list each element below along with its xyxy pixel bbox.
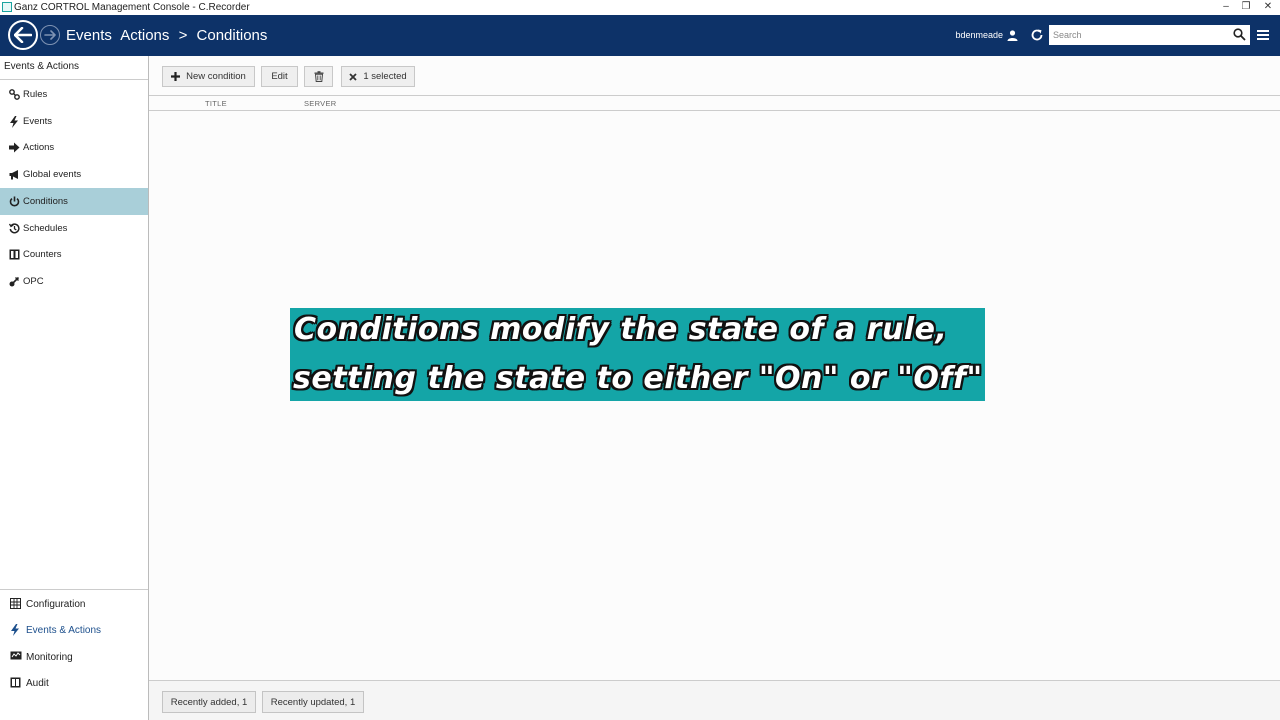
minimize-button[interactable]: – bbox=[1216, 0, 1236, 15]
close-button[interactable]: ✕ bbox=[1258, 0, 1278, 15]
recently-added-label: Recently added, 1 bbox=[170, 696, 248, 708]
arrow-right-icon bbox=[44, 30, 56, 40]
recently-updated-button[interactable]: Recently updated, 1 bbox=[262, 691, 364, 713]
forward-button[interactable] bbox=[40, 25, 60, 45]
app-icon bbox=[2, 2, 12, 12]
nav-audit[interactable]: Audit bbox=[0, 670, 148, 696]
selected-count: 1 selected bbox=[363, 71, 407, 82]
sidebar-item-events[interactable]: Events bbox=[0, 108, 148, 135]
nav-configuration[interactable]: Configuration bbox=[0, 591, 148, 617]
clear-selection-button[interactable]: 1 selected bbox=[341, 66, 415, 87]
sidebar-heading: Events & Actions bbox=[0, 56, 148, 80]
search-input[interactable] bbox=[1049, 25, 1229, 45]
window-titlebar: Ganz CORTROL Management Console - C.Reco… bbox=[0, 0, 1280, 15]
sidebar-item-label: Events bbox=[23, 116, 53, 127]
power-icon bbox=[8, 196, 20, 208]
sidebar-item-rules[interactable]: Rules bbox=[0, 81, 148, 108]
back-button[interactable] bbox=[8, 20, 38, 50]
restore-button[interactable]: ❐ bbox=[1236, 0, 1256, 15]
close-icon bbox=[349, 72, 357, 81]
app-header: Events Actions > Conditions bdenmeade bbox=[0, 15, 1280, 56]
sidebar-item-label: Actions bbox=[23, 142, 55, 153]
sidebar-item-label: OPC bbox=[23, 276, 44, 287]
sidebar-item-counters[interactable]: Counters bbox=[0, 241, 148, 268]
search-box bbox=[1049, 25, 1250, 45]
toolbar: New condition Edit 1 selected bbox=[149, 56, 1280, 96]
username: bdenmeade bbox=[955, 30, 1003, 40]
connector-icon bbox=[8, 276, 20, 288]
trash-icon bbox=[314, 71, 323, 82]
caption-overlay: Conditions modify the state of a rule, s… bbox=[290, 308, 985, 401]
column-header-title[interactable]: TITLE bbox=[205, 99, 227, 108]
sidebar-item-label: Conditions bbox=[23, 196, 68, 207]
edit-button[interactable]: Edit bbox=[261, 66, 298, 87]
nav-label: Configuration bbox=[26, 598, 86, 610]
lightning-icon bbox=[10, 624, 22, 636]
sidebar-item-label: Rules bbox=[23, 89, 48, 100]
refresh-icon[interactable] bbox=[1030, 28, 1044, 42]
breadcrumb-separator: > bbox=[178, 27, 188, 44]
sidebar-item-conditions[interactable]: Conditions bbox=[0, 188, 148, 215]
sidebar-item-opc[interactable]: OPC bbox=[0, 268, 148, 295]
edit-label: Edit bbox=[271, 71, 288, 82]
search-icon[interactable] bbox=[1233, 28, 1246, 41]
user-menu[interactable]: bdenmeade bbox=[955, 29, 1018, 41]
bottom-navigation: Configuration Events & Actions Monitorin… bbox=[0, 589, 148, 689]
caption-line-2: setting the state to either "On" or "Off… bbox=[293, 361, 983, 396]
table-header: TITLE SERVER bbox=[149, 96, 1280, 111]
arrow-left-icon bbox=[14, 27, 32, 43]
breadcrumb-events[interactable]: Events bbox=[66, 27, 112, 44]
sidebar-item-label: Global events bbox=[23, 169, 82, 180]
status-bar: Recently added, 1 Recently updated, 1 bbox=[149, 680, 1280, 720]
new-condition-button[interactable]: New condition bbox=[162, 66, 255, 87]
nav-monitoring[interactable]: Monitoring bbox=[0, 644, 148, 670]
sidebar: Events & Actions Rules Events Actions Gl… bbox=[0, 56, 149, 720]
sidebar-item-schedules[interactable]: Schedules bbox=[0, 215, 148, 242]
nav-label: Audit bbox=[26, 677, 49, 689]
sidebar-item-label: Schedules bbox=[23, 223, 68, 234]
caption-line-1: Conditions modify the state of a rule, bbox=[294, 312, 948, 347]
delete-button[interactable] bbox=[304, 66, 333, 87]
nav-label: Events & Actions bbox=[26, 624, 102, 636]
sidebar-item-global-events[interactable]: Global events bbox=[0, 161, 148, 188]
sidebar-item-actions[interactable]: Actions bbox=[0, 134, 148, 161]
plus-icon bbox=[171, 72, 181, 81]
clock-history-icon bbox=[8, 223, 20, 235]
nav-label: Monitoring bbox=[26, 651, 73, 663]
breadcrumb-actions[interactable]: Actions bbox=[120, 27, 169, 44]
counter-icon bbox=[8, 249, 20, 261]
hamburger-menu-icon[interactable] bbox=[1257, 28, 1269, 42]
window-title: Ganz CORTROL Management Console - C.Reco… bbox=[14, 2, 250, 13]
grid-icon bbox=[10, 598, 22, 610]
megaphone-icon bbox=[8, 169, 20, 181]
monitor-icon bbox=[10, 651, 22, 663]
breadcrumb-conditions: Conditions bbox=[196, 27, 268, 44]
sidebar-item-label: Counters bbox=[23, 249, 62, 260]
arrow-right-icon bbox=[8, 142, 20, 154]
recently-updated-label: Recently updated, 1 bbox=[270, 696, 356, 708]
link-icon bbox=[8, 89, 20, 101]
recently-added-button[interactable]: Recently added, 1 bbox=[162, 691, 256, 713]
breadcrumb: Events Actions > Conditions bbox=[66, 27, 272, 45]
user-icon bbox=[1007, 29, 1018, 41]
column-header-server[interactable]: SERVER bbox=[304, 99, 337, 108]
nav-events-actions[interactable]: Events & Actions bbox=[0, 617, 148, 643]
lightning-icon bbox=[8, 115, 20, 128]
new-condition-label: New condition bbox=[186, 71, 246, 82]
book-icon bbox=[10, 677, 22, 689]
